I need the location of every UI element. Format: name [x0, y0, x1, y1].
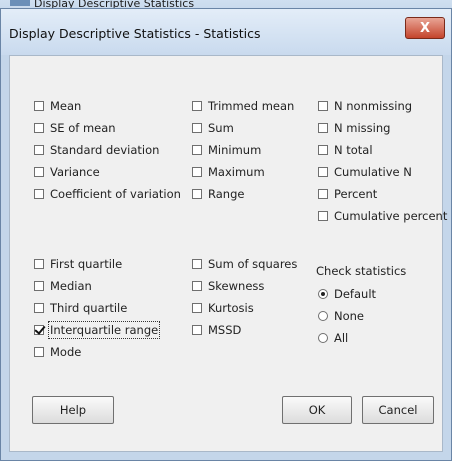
radio-label: None	[334, 309, 365, 323]
option-label: Cumulative N	[334, 165, 412, 179]
option-label: Standard deviation	[50, 143, 160, 157]
option-se-of-mean[interactable]: SE of mean	[34, 120, 116, 136]
option-sum-of-squares[interactable]: Sum of squares	[192, 256, 297, 272]
checkbox[interactable]	[318, 145, 328, 155]
checkbox[interactable]	[318, 123, 328, 133]
option-label: N total	[334, 143, 373, 157]
option-sum[interactable]: Sum	[192, 120, 234, 136]
dialog-title: Display Descriptive Statistics - Statist…	[9, 26, 261, 41]
checkbox[interactable]	[192, 303, 202, 313]
option-label: Interquartile range	[47, 321, 161, 339]
close-button[interactable]: X	[405, 17, 445, 39]
check-statistics-label: Check statistics	[316, 264, 407, 278]
option-label: Mode	[50, 345, 82, 359]
app-icon	[10, 0, 30, 6]
checkbox[interactable]	[318, 167, 328, 177]
option-label: Percent	[334, 187, 378, 201]
option-label: Minimum	[208, 143, 262, 157]
checkbox[interactable]	[34, 281, 44, 291]
dialog-titlebar: Display Descriptive Statistics - Statist…	[1, 9, 451, 55]
radio-default[interactable]: Default	[318, 286, 376, 302]
option-trimmed-mean[interactable]: Trimmed mean	[192, 98, 294, 114]
option-label: Third quartile	[50, 301, 128, 315]
option-label: Range	[208, 187, 245, 201]
option-label: N missing	[334, 121, 391, 135]
checkbox[interactable]	[318, 211, 328, 221]
radio-label: All	[334, 331, 349, 345]
option-label: Median	[50, 279, 92, 293]
checkbox[interactable]	[318, 101, 328, 111]
ok-button[interactable]: OK	[282, 396, 352, 424]
option-kurtosis[interactable]: Kurtosis	[192, 300, 254, 316]
option-mean[interactable]: Mean	[34, 98, 81, 114]
option-range[interactable]: Range	[192, 186, 244, 202]
option-label: MSSD	[208, 323, 242, 337]
option-label: Cumulative percent	[334, 209, 448, 223]
option-skewness[interactable]: Skewness	[192, 278, 264, 294]
option-label: Coefficient of variation	[50, 187, 181, 201]
option-label: Sum of squares	[208, 257, 298, 271]
checkbox[interactable]	[318, 189, 328, 199]
statistics-dialog: Display Descriptive Statistics - Statist…	[0, 8, 452, 461]
checkbox[interactable]	[192, 281, 202, 291]
option-cumulative-percent[interactable]: Cumulative percent	[318, 208, 447, 224]
option-median[interactable]: Median	[34, 278, 92, 294]
option-variance[interactable]: Variance	[34, 164, 100, 180]
checkbox[interactable]	[192, 145, 202, 155]
radio-label: Default	[334, 287, 377, 301]
checkbox[interactable]	[192, 189, 202, 199]
option-label: Kurtosis	[208, 301, 254, 315]
option-label: Maximum	[208, 165, 265, 179]
option-percent[interactable]: Percent	[318, 186, 377, 202]
option-mode[interactable]: Mode	[34, 344, 81, 360]
help-button[interactable]: Help	[32, 396, 114, 424]
checkbox[interactable]	[34, 303, 44, 313]
option-minimum[interactable]: Minimum	[192, 142, 261, 158]
checkbox[interactable]	[192, 325, 202, 335]
option-n-missing[interactable]: N missing	[318, 120, 390, 136]
dialog-body: Mean SE of mean Standard deviation Varia…	[9, 55, 447, 452]
checkbox[interactable]	[34, 123, 44, 133]
option-cumulative-n[interactable]: Cumulative N	[318, 164, 412, 180]
option-label: SE of mean	[50, 121, 116, 135]
checkbox[interactable]	[192, 167, 202, 177]
checkbox[interactable]	[34, 325, 44, 335]
radio-button[interactable]	[318, 333, 328, 343]
checkbox[interactable]	[34, 101, 44, 111]
checkbox[interactable]	[192, 101, 202, 111]
option-label: N nonmissing	[334, 99, 413, 113]
radio-none[interactable]: None	[318, 308, 364, 324]
checkbox[interactable]	[192, 123, 202, 133]
checkbox[interactable]	[34, 259, 44, 269]
background-window-title: Display Descriptive Statistics	[34, 0, 195, 8]
option-label: Skewness	[208, 279, 265, 293]
option-standard-deviation[interactable]: Standard deviation	[34, 142, 159, 158]
option-n-nonmissing[interactable]: N nonmissing	[318, 98, 412, 114]
close-icon: X	[419, 20, 431, 36]
option-first-quartile[interactable]: First quartile	[34, 256, 122, 272]
option-label: Trimmed mean	[208, 99, 295, 113]
cancel-button[interactable]: Cancel	[362, 396, 434, 424]
radio-button[interactable]	[318, 289, 328, 299]
option-label: Sum	[208, 121, 234, 135]
option-interquartile-range[interactable]: Interquartile range	[34, 321, 161, 339]
option-maximum[interactable]: Maximum	[192, 164, 265, 180]
option-label: Mean	[50, 99, 82, 113]
checkbox[interactable]	[192, 259, 202, 269]
checkbox[interactable]	[34, 189, 44, 199]
checkbox[interactable]	[34, 347, 44, 357]
option-mssd[interactable]: MSSD	[192, 322, 241, 338]
option-third-quartile[interactable]: Third quartile	[34, 300, 127, 316]
radio-button[interactable]	[318, 311, 328, 321]
option-n-total[interactable]: N total	[318, 142, 373, 158]
checkbox[interactable]	[34, 145, 44, 155]
checkbox[interactable]	[34, 167, 44, 177]
option-coefficient-of-variation[interactable]: Coefficient of variation	[34, 186, 181, 202]
radio-all[interactable]: All	[318, 330, 348, 346]
option-label: Variance	[50, 165, 100, 179]
option-label: First quartile	[50, 257, 123, 271]
